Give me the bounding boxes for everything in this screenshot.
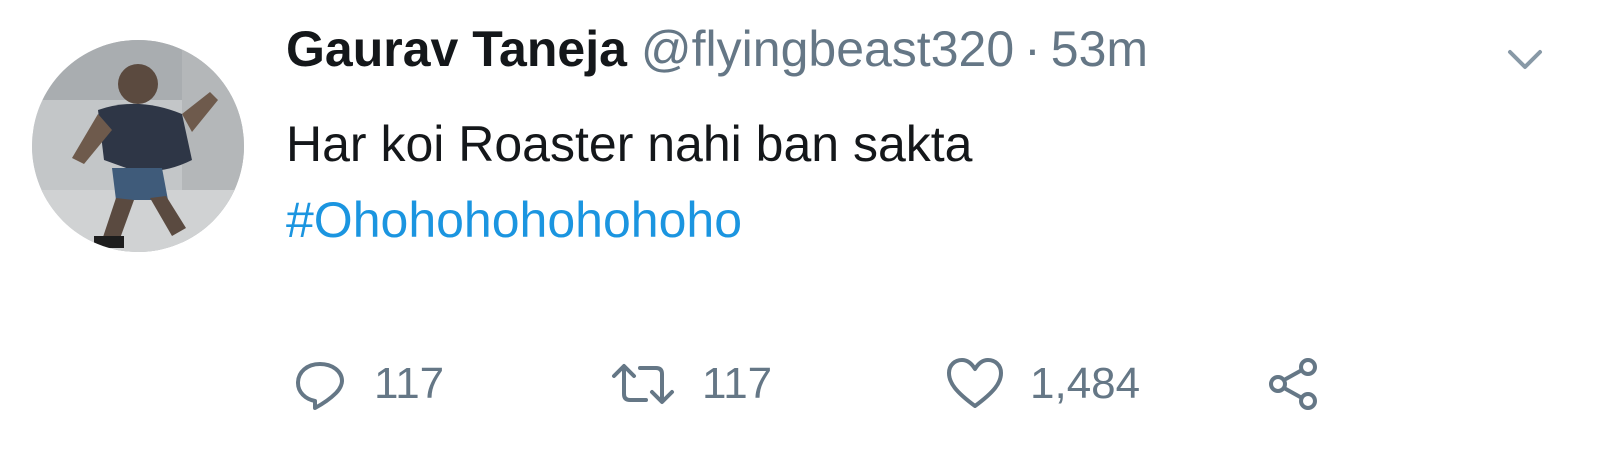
tweet-header: Gaurav Taneja @flyingbeast320 · 53m: [286, 20, 1148, 100]
hashtag-link[interactable]: #Ohohohohohohoho: [286, 182, 972, 258]
avatar[interactable]: [32, 40, 244, 252]
reply-count: 117: [374, 359, 445, 408]
author-display-name[interactable]: Gaurav Taneja: [286, 20, 627, 78]
chevron-down-icon: [1508, 50, 1542, 69]
share-button[interactable]: [1264, 352, 1324, 416]
like-button[interactable]: 1,484: [944, 352, 1140, 416]
tweet-text: Har koi Roaster nahi ban sakta: [286, 116, 973, 172]
share-icon: [1269, 358, 1317, 410]
tweet-card[interactable]: Gaurav Taneja @flyingbeast320 · 53m Har …: [0, 0, 1600, 454]
retweet-count: 117: [702, 359, 773, 408]
heart-icon: [947, 358, 1003, 408]
separator-dot: ·: [1024, 21, 1041, 77]
reply-button[interactable]: 117: [290, 352, 444, 416]
reply-icon: [296, 362, 344, 410]
avatar-image: [32, 40, 244, 252]
retweet-icon: [612, 364, 674, 404]
tweet-timestamp[interactable]: 53m: [1051, 20, 1148, 78]
tweet-menu-button[interactable]: [1500, 40, 1550, 80]
retweet-button[interactable]: 117: [608, 352, 772, 416]
like-count: 1,484: [1030, 359, 1141, 408]
tweet-body: Har koi Roaster nahi ban sakta #Ohohohoh…: [286, 106, 972, 258]
author-handle[interactable]: @flyingbeast320: [641, 20, 1014, 78]
